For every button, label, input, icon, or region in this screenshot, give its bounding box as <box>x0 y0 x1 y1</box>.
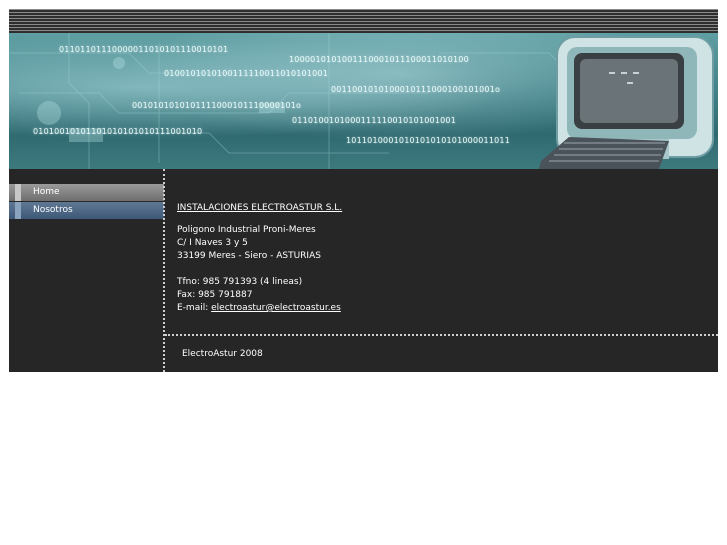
fax-text: Fax: 985 791887 <box>177 290 253 300</box>
sidebar-nav: Home Nosotros <box>9 169 164 372</box>
email-line: E-mail: electroastur@electroastur.es <box>177 302 341 315</box>
address-line: 33199 Meres - Siero - ASTURIAS <box>177 251 321 261</box>
binary-text-line: 0110100101000111110010101001001 <box>292 116 456 125</box>
binary-text-line: 1000010101001110001011100011010100 <box>289 55 469 64</box>
binary-text-line: 0100101010100111110011010101001 <box>164 69 328 78</box>
binary-text-line: 1011010001010101010101000011011 <box>346 136 510 145</box>
email-link[interactable]: electroastur@electroastur.es <box>211 303 341 313</box>
page-container: 01101101110000011010101110010101 1000010… <box>9 9 718 372</box>
nav-item-home[interactable]: Home <box>9 184 164 201</box>
address-line: C/ I Naves 3 y 5 <box>177 238 248 248</box>
nav-tab-marker <box>15 202 21 219</box>
binary-text-line: 0011001010100010111000100101001o <box>331 85 501 94</box>
nav-tab-marker <box>15 184 21 201</box>
binary-text-line: 01010010101101010101010111001010 <box>33 127 203 136</box>
nav-item-nosotros[interactable]: Nosotros <box>9 202 164 219</box>
company-name-link[interactable]: INSTALACIONES ELECTROASTUR S.L. <box>177 202 342 215</box>
binary-text-line: 0010101010101111000101110000101o <box>132 101 302 110</box>
header-stripe-bar <box>9 9 718 33</box>
phone-text: Tfno: 985 791393 (4 lineas) <box>177 277 303 287</box>
header-banner: 01101101110000011010101110010101 1000010… <box>9 33 718 169</box>
binary-text-line: 01101101110000011010101110010101 <box>59 45 229 54</box>
computer-monitor-keyboard-icon <box>539 36 714 169</box>
horizontal-dotted-divider <box>165 334 718 336</box>
nav-item-label: Home <box>33 187 60 197</box>
nav-item-label: Nosotros <box>33 205 73 215</box>
footer-copyright: ElectroAstur 2008 <box>182 349 263 359</box>
email-label: E-mail: <box>177 303 212 313</box>
address-line: Poligono Industrial Proni-Meres <box>177 225 316 235</box>
vertical-dotted-divider <box>163 169 165 372</box>
